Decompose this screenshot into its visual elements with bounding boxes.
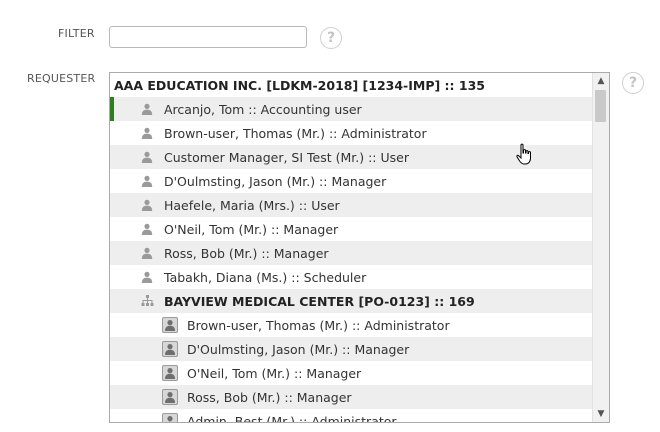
- user-row[interactable]: D'Oulmsting, Jason (Mr.) :: Manager: [110, 337, 593, 361]
- question-icon[interactable]: ?: [622, 72, 644, 94]
- user-row[interactable]: Brown-user, Thomas (Mr.) :: Administrato…: [110, 121, 593, 145]
- separator: ::: [294, 197, 312, 213]
- user-icon: [140, 102, 154, 116]
- user-role: Manager: [306, 365, 362, 381]
- separator: ::: [348, 317, 365, 333]
- user-row[interactable]: Ross, Bob (Mr.) :: Manager: [110, 385, 593, 409]
- scroll-up-icon[interactable]: ▲: [593, 73, 609, 89]
- separator: ::: [364, 149, 381, 165]
- user-icon: [140, 270, 154, 284]
- separator: ::: [280, 389, 297, 405]
- user-role: Manager: [283, 221, 339, 237]
- separator: ::: [244, 101, 261, 117]
- separator: ::: [294, 413, 312, 423]
- user-icon: [162, 389, 178, 405]
- separator: ::: [267, 221, 284, 237]
- user-icon: [140, 150, 154, 164]
- user-row[interactable]: D'Oulmsting, Jason (Mr.) :: Manager: [110, 169, 593, 193]
- user-name: Haefele, Maria (Mrs.): [164, 197, 295, 213]
- user-icon: [140, 126, 154, 140]
- user-name: Brown-user, Thomas (Mr.): [164, 125, 325, 141]
- requester-label: REQUESTER: [27, 72, 96, 85]
- user-row[interactable]: Haefele, Maria (Mrs.) :: User: [110, 193, 593, 217]
- user-row[interactable]: O'Neil, Tom (Mr.) :: Manager: [110, 361, 593, 385]
- separator: ::: [257, 245, 274, 261]
- user-role: Accounting user: [260, 101, 362, 117]
- user-name: Customer Manager, SI Test (Mr.): [164, 149, 365, 165]
- user-role: Manager: [331, 173, 387, 189]
- user-icon: [162, 341, 178, 357]
- requester-list[interactable]: AAA EDUCATION INC. [LDKM-2018] [1234-IMP…: [109, 72, 610, 423]
- vertical-scrollbar[interactable]: ▲ ▼: [592, 73, 609, 422]
- user-name: Ross, Bob (Mr.): [164, 245, 258, 261]
- question-icon[interactable]: ?: [320, 27, 342, 49]
- group-row[interactable]: AAA EDUCATION INC. [LDKM-2018] [1234-IMP…: [110, 73, 593, 97]
- user-role: Manager: [354, 341, 410, 357]
- user-role: Scheduler: [303, 269, 367, 285]
- user-icon: [162, 413, 178, 422]
- user-row[interactable]: Arcanjo, Tom :: Accounting user: [110, 97, 593, 121]
- user-name: Ross, Bob (Mr.): [187, 389, 281, 405]
- hand-cursor-icon: [516, 143, 531, 165]
- user-role: User: [311, 197, 340, 213]
- separator: ::: [338, 341, 355, 357]
- filter-input[interactable]: [109, 26, 307, 48]
- separator: ::: [315, 173, 332, 189]
- scrollbar-thumb[interactable]: [595, 90, 606, 122]
- user-role: Administrator: [364, 317, 450, 333]
- user-icon: [140, 222, 154, 236]
- group-label: BAYVIEW MEDICAL CENTER [PO-0123] :: 169: [164, 293, 475, 309]
- user-name: Admin, Best (Mr.): [187, 413, 295, 423]
- user-row[interactable]: Admin, Best (Mr.) :: Administrator: [110, 409, 593, 423]
- user-icon: [140, 198, 154, 212]
- group-row[interactable]: BAYVIEW MEDICAL CENTER [PO-0123] :: 169: [110, 289, 593, 313]
- user-row[interactable]: Tabakh, Diana (Ms.) :: Scheduler: [110, 265, 593, 289]
- user-name: D'Oulmsting, Jason (Mr.): [187, 341, 339, 357]
- user-role: Manager: [273, 245, 329, 261]
- user-row[interactable]: Brown-user, Thomas (Mr.) :: Administrato…: [110, 313, 593, 337]
- user-name: Tabakh, Diana (Ms.): [164, 269, 288, 285]
- user-icon: [140, 174, 154, 188]
- user-name: D'Oulmsting, Jason (Mr.): [164, 173, 316, 189]
- user-role: User: [380, 149, 410, 165]
- requester-rows: AAA EDUCATION INC. [LDKM-2018] [1234-IMP…: [110, 73, 593, 423]
- separator: ::: [325, 125, 342, 141]
- scroll-down-icon[interactable]: ▼: [593, 406, 609, 422]
- user-role: Administrator: [311, 413, 397, 423]
- user-name: O'Neil, Tom (Mr.): [164, 221, 268, 237]
- separator: ::: [290, 365, 307, 381]
- user-row[interactable]: O'Neil, Tom (Mr.) :: Manager: [110, 217, 593, 241]
- user-icon: [162, 365, 178, 381]
- filter-label: FILTER: [58, 27, 95, 40]
- user-name: Brown-user, Thomas (Mr.): [187, 317, 348, 333]
- user-icon: [162, 317, 178, 333]
- user-role: Administrator: [341, 125, 427, 141]
- user-role: Manager: [296, 389, 352, 405]
- organization-icon: [140, 294, 154, 308]
- group-label: AAA EDUCATION INC. [LDKM-2018] [1234-IMP…: [114, 77, 485, 93]
- user-name: O'Neil, Tom (Mr.): [187, 365, 291, 381]
- user-row[interactable]: Ross, Bob (Mr.) :: Manager: [110, 241, 593, 265]
- separator: ::: [287, 269, 304, 285]
- user-name: Arcanjo, Tom: [164, 101, 245, 117]
- user-icon: [140, 246, 154, 260]
